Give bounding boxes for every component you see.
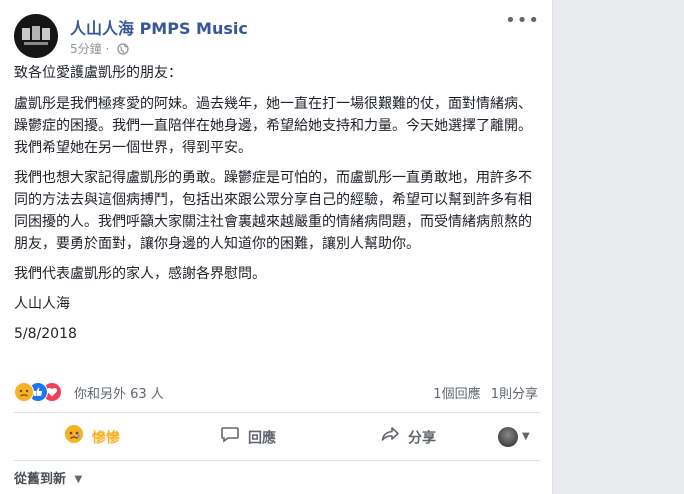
post-as-selector[interactable]: ▼	[498, 424, 530, 450]
meta-separator: ·	[105, 42, 110, 56]
more-options-button[interactable]: •••	[505, 12, 540, 30]
share-button[interactable]: 分享	[380, 424, 436, 450]
reactions-bar: 你和另外 63 人 1個回應 1則分享	[14, 380, 540, 404]
post-body: 致各位愛護盧凱彤的朋友： 盧凱彤是我們極疼愛的阿妹。過去幾年，她一直在打一場很艱…	[14, 62, 540, 353]
post-card: 人山人海 PMPS Music 5分鐘 · ••• 致各位愛護盧凱彤的朋友： 盧…	[0, 0, 553, 494]
action-row: 慘慘 回應 分享 ▼	[14, 418, 540, 458]
post-paragraph-1: 盧凱彤是我們極疼愛的阿妹。過去幾年，她一直在打一場很艱難的仗，面對情緒病、躁鬱症…	[14, 96, 532, 156]
reaction-summary[interactable]: 你和另外 63 人	[74, 383, 164, 402]
react-button-label: 慘慘	[92, 430, 120, 447]
post-paragraph-2: 我們也想大家記得盧凱彤的勇敢。躁鬱症是可怕的，而盧凱彤一直勇敢地，用許多不同的方…	[14, 170, 532, 252]
post-meta: 5分鐘 ·	[70, 40, 129, 58]
chevron-down-icon: ▼	[522, 431, 530, 442]
divider	[14, 460, 540, 461]
share-button-label: 分享	[408, 430, 436, 447]
comment-button[interactable]: 回應	[220, 424, 276, 450]
post-date: 5/8/2018	[14, 326, 77, 342]
comment-sort-dropdown[interactable]: 從舊到新 ▼	[14, 468, 82, 487]
globe-icon[interactable]	[117, 43, 129, 58]
divider	[14, 412, 540, 413]
caret-down-icon: ▼	[74, 474, 83, 485]
post-signature: 人山人海	[14, 296, 70, 312]
page-avatar[interactable]	[14, 14, 58, 58]
engagement-counts: 1個回應 1則分享	[427, 383, 538, 402]
comment-count-link[interactable]: 1個回應	[433, 387, 480, 402]
sad-icon	[14, 382, 34, 402]
comment-button-label: 回應	[248, 430, 276, 447]
avatar-image-icon	[14, 14, 58, 58]
post-header: 人山人海 PMPS Music 5分鐘 · •••	[14, 12, 540, 60]
sort-label: 從舊到新	[14, 472, 67, 487]
sad-reaction-icon	[64, 424, 84, 453]
react-button[interactable]: 慘慘	[64, 424, 120, 450]
user-avatar-icon	[498, 427, 518, 447]
reaction-icons[interactable]	[14, 382, 74, 402]
post-paragraph-3: 我們代表盧凱彤的家人，感謝各界慰問。	[14, 266, 266, 282]
comment-icon	[220, 424, 240, 453]
post-greeting: 致各位愛護盧凱彤的朋友：	[14, 65, 182, 81]
page-name-link[interactable]: 人山人海 PMPS Music	[70, 15, 248, 39]
share-icon	[380, 424, 400, 453]
post-time[interactable]: 5分鐘	[70, 42, 102, 56]
share-count-link[interactable]: 1則分享	[491, 387, 538, 402]
